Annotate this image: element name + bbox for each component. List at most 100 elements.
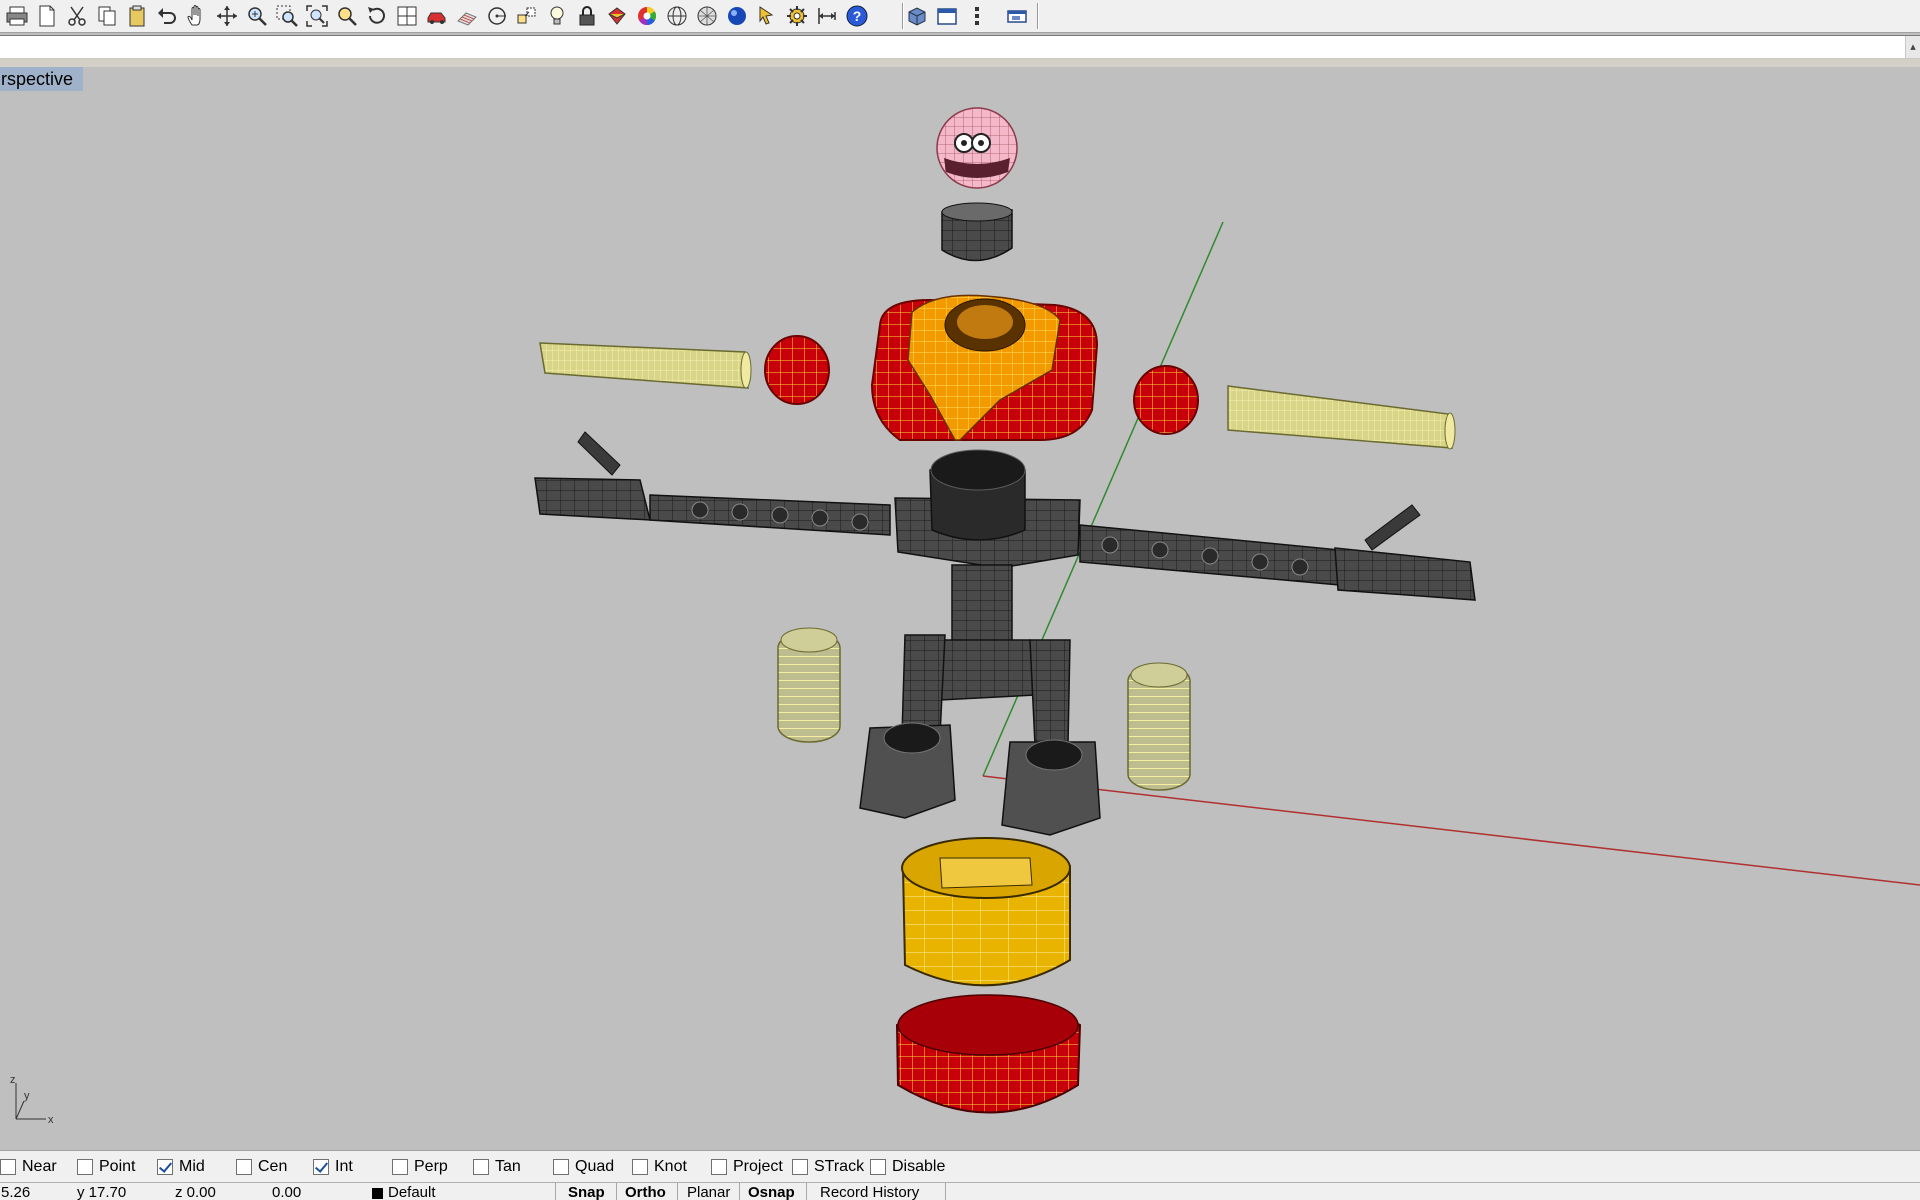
planar-toggle[interactable]: Planar — [687, 1184, 730, 1200]
car-icon[interactable] — [422, 1, 452, 31]
right-arm-skeleton[interactable] — [1079, 524, 1341, 586]
undo-view-icon[interactable] — [362, 1, 392, 31]
rotate-view-icon[interactable] — [212, 1, 242, 31]
paint-bucket-icon[interactable] — [602, 1, 632, 31]
left-leg[interactable] — [859, 634, 956, 819]
osnap-strack[interactable]: STrack — [792, 1151, 864, 1183]
viewport-title[interactable]: rspective — [0, 67, 84, 91]
zoom-extents-icon[interactable] — [302, 1, 332, 31]
blue-sphere-icon[interactable] — [722, 1, 752, 31]
sphere-wire-icon[interactable] — [662, 1, 692, 31]
snap-toggle[interactable]: Snap — [568, 1184, 605, 1200]
right-leg-spring[interactable] — [1127, 662, 1191, 791]
paste-icon[interactable] — [122, 1, 152, 31]
osnap-cen[interactable]: Cen — [236, 1151, 287, 1183]
osnap-checkbox[interactable] — [792, 1159, 808, 1175]
secondary-toolbar-group — [902, 0, 992, 32]
status-separator — [806, 1183, 807, 1200]
perspective-viewport[interactable]: rspective x y z — [0, 67, 1920, 1150]
right-shoulder-ball[interactable] — [1133, 365, 1199, 435]
distance-readout: 0.00 — [272, 1184, 302, 1200]
light-bulb-icon[interactable] — [542, 1, 572, 31]
viewport-layout-icon[interactable] — [392, 1, 422, 31]
zoom-window-icon[interactable] — [272, 1, 302, 31]
osnap-label: Perp — [414, 1158, 448, 1175]
osnap-point[interactable]: Point — [77, 1151, 135, 1183]
pan-hand-icon[interactable] — [182, 1, 212, 31]
osnap-checkbox[interactable] — [77, 1159, 93, 1175]
osnap-label: Quad — [575, 1158, 615, 1175]
color-wheel-icon[interactable] — [632, 1, 662, 31]
osnap-toggle[interactable]: Osnap — [748, 1184, 795, 1200]
copy-icon[interactable] — [92, 1, 122, 31]
window-icon[interactable] — [932, 1, 962, 31]
cut-icon[interactable] — [62, 1, 92, 31]
current-layer[interactable]: Default — [388, 1184, 436, 1200]
osnap-label: Knot — [654, 1158, 687, 1175]
left-arm-skeleton[interactable] — [649, 494, 891, 536]
model-scene[interactable] — [0, 67, 1920, 1150]
left-shoulder-ball[interactable] — [764, 335, 830, 405]
pointer-icon[interactable] — [752, 1, 782, 31]
vertical-dots-icon[interactable] — [962, 1, 992, 31]
osnap-near[interactable]: Near — [0, 1151, 57, 1183]
osnap-perp[interactable]: Perp — [392, 1151, 448, 1183]
osnap-checkbox[interactable] — [553, 1159, 569, 1175]
osnap-checkbox[interactable] — [392, 1159, 408, 1175]
osnap-tan[interactable]: Tan — [473, 1151, 521, 1183]
osnap-project[interactable]: Project — [711, 1151, 783, 1183]
osnap-checkbox[interactable] — [313, 1159, 329, 1175]
osnap-checkbox[interactable] — [236, 1159, 252, 1175]
undo-icon[interactable] — [152, 1, 182, 31]
head-sphere[interactable] — [936, 107, 1018, 189]
transform-icon[interactable] — [512, 1, 542, 31]
yellow-hip-box[interactable] — [901, 837, 1071, 987]
red-bottom-shell[interactable] — [895, 994, 1082, 1114]
print-icon[interactable] — [2, 1, 32, 31]
x-axis-line — [982, 775, 1920, 886]
osnap-checkbox[interactable] — [711, 1159, 727, 1175]
gear-settings-icon[interactable] — [782, 1, 812, 31]
chest-frame[interactable] — [894, 449, 1081, 569]
left-hand[interactable] — [534, 431, 651, 521]
command-line[interactable]: ▴ — [0, 35, 1920, 59]
osnap-checkbox[interactable] — [0, 1159, 16, 1175]
neck-part[interactable] — [941, 202, 1013, 262]
record-history-toggle[interactable]: Record History — [820, 1184, 919, 1200]
axis-indicator-icon: x y z — [10, 1077, 54, 1126]
lock-icon[interactable] — [572, 1, 602, 31]
osnap-checkbox[interactable] — [870, 1159, 886, 1175]
osnap-disable[interactable]: Disable — [870, 1151, 945, 1183]
help-icon[interactable]: ? — [842, 1, 872, 31]
render-mesh-icon[interactable] — [692, 1, 722, 31]
grid-icon[interactable] — [452, 1, 482, 31]
toolbar-separator — [1037, 3, 1038, 29]
layer-color-swatch[interactable] — [372, 1188, 383, 1199]
cube-view-icon[interactable] — [902, 1, 932, 31]
left-leg-spring[interactable] — [777, 627, 841, 743]
osnap-int[interactable]: Int — [313, 1151, 353, 1183]
osnap-quad[interactable]: Quad — [553, 1151, 614, 1183]
command-scroll-icon[interactable]: ▴ — [1905, 36, 1920, 58]
zoom-selected-icon[interactable] — [332, 1, 362, 31]
left-arm-cover[interactable] — [539, 342, 752, 389]
status-separator — [945, 1183, 946, 1200]
osnap-label: Cen — [258, 1158, 288, 1175]
osnap-checkbox[interactable] — [473, 1159, 489, 1175]
ortho-toggle[interactable]: Ortho — [625, 1184, 666, 1200]
right-hand[interactable] — [1334, 504, 1476, 601]
maximize-icon[interactable] — [1002, 1, 1032, 31]
torso-armor[interactable] — [870, 294, 1099, 441]
circle-select-icon[interactable] — [482, 1, 512, 31]
osnap-label: Disable — [892, 1158, 946, 1175]
osnap-knot[interactable]: Knot — [632, 1151, 687, 1183]
right-arm-cover[interactable] — [1227, 385, 1456, 450]
osnap-checkbox[interactable] — [157, 1159, 173, 1175]
zoom-dynamic-icon[interactable] — [242, 1, 272, 31]
new-document-icon[interactable] — [32, 1, 62, 31]
status-separator — [739, 1183, 740, 1200]
osnap-checkbox[interactable] — [632, 1159, 648, 1175]
dimension-icon[interactable] — [812, 1, 842, 31]
osnap-mid[interactable]: Mid — [157, 1151, 205, 1183]
osnap-toolbar: Near Point Mid Cen Int Perp Tan Quad Knot Project… — [0, 1150, 1920, 1182]
